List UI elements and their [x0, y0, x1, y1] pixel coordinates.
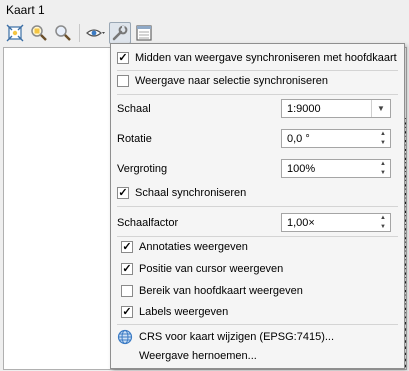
globe-icon [117, 329, 133, 345]
zoom-layer-icon [31, 25, 47, 41]
chevron-down-icon[interactable]: ▼ [371, 100, 390, 117]
zoom-to-layer-button[interactable] [28, 22, 50, 44]
spin-down-icon[interactable]: ▼ [376, 169, 390, 178]
magnification-label: Vergroting [117, 163, 168, 175]
show-annotations-checkbox[interactable]: ✓ [121, 241, 133, 253]
zoom-full-button[interactable] [4, 22, 26, 44]
show-cursor-option[interactable]: ✓ Positie van cursor weergeven [121, 263, 404, 275]
map-canvas-icon [136, 25, 152, 41]
scale-factor-spinbox[interactable]: 1,00× ▲ ▼ [281, 213, 391, 232]
scale-label: Schaal [117, 103, 151, 115]
magnification-value: 100% [287, 162, 316, 175]
view-settings-menu: ✓ Midden van weergave synchroniseren met… [110, 43, 405, 369]
sync-center-checkbox[interactable]: ✓ [117, 52, 129, 64]
show-main-extent-label: Bereik van hoofdkaart weergeven [139, 285, 303, 297]
change-crs-label: CRS voor kaart wijzigen (EPSG:7415)... [139, 331, 335, 343]
toolbar-separator [79, 24, 80, 42]
zoom-to-selection-button[interactable] [52, 22, 74, 44]
scale-factor-value: 1,00× [287, 216, 315, 229]
sync-scale-label: Schaal synchroniseren [135, 187, 247, 199]
scale-factor-label: Schaalfactor [117, 217, 179, 229]
show-labels-checkbox[interactable]: ✓ [121, 306, 133, 318]
sync-center-option[interactable]: ✓ Midden van weergave synchroniseren met… [117, 52, 404, 64]
zoom-full-icon [6, 24, 24, 42]
show-annotations-option[interactable]: ✓ Annotaties weergeven [121, 241, 404, 253]
show-labels-label: Labels weergeven [139, 306, 229, 318]
sync-scale-checkbox[interactable]: ✓ [117, 187, 129, 199]
menu-separator [117, 236, 398, 237]
rotation-value: 0,0 ° [287, 132, 310, 145]
show-main-extent-option[interactable]: Bereik van hoofdkaart weergeven [121, 285, 404, 297]
rename-view-label: Weergave hernoemen... [139, 350, 257, 362]
zoom-selection-icon [55, 25, 71, 41]
window-title: Kaart 1 [6, 3, 45, 17]
spin-down-icon[interactable]: ▼ [376, 223, 390, 232]
sync-selection-option[interactable]: Weergave naar selectie synchroniseren [117, 75, 404, 87]
map-canvas-button[interactable] [133, 22, 155, 44]
menu-separator [117, 70, 398, 71]
show-labels-option[interactable]: ✓ Labels weergeven [121, 306, 404, 318]
rotation-label: Rotatie [117, 133, 152, 145]
rotation-spinbox[interactable]: 0,0 ° ▲ ▼ [281, 129, 391, 148]
menu-separator [117, 324, 398, 325]
view-eye-icon [86, 29, 105, 37]
spin-up-icon[interactable]: ▲ [376, 214, 390, 223]
menu-separator [117, 94, 398, 95]
sync-selection-label: Weergave naar selectie synchroniseren [135, 75, 329, 87]
show-cursor-label: Positie van cursor weergeven [139, 263, 284, 275]
settings-wrench-icon [112, 25, 128, 41]
spin-up-icon[interactable]: ▲ [376, 160, 390, 169]
spin-up-icon[interactable]: ▲ [376, 130, 390, 139]
spin-down-icon[interactable]: ▼ [376, 139, 390, 148]
scale-value: 1:9000 [287, 102, 321, 115]
view-theme-button[interactable] [85, 22, 107, 44]
view-settings-button[interactable] [109, 22, 131, 44]
show-annotations-label: Annotaties weergeven [139, 241, 248, 253]
rename-view-action[interactable]: Weergave hernoemen... [139, 350, 257, 362]
menu-separator [117, 206, 398, 207]
change-crs-action[interactable]: CRS voor kaart wijzigen (EPSG:7415)... [117, 329, 334, 345]
magnification-spinbox[interactable]: 100% ▲ ▼ [281, 159, 391, 178]
sync-scale-option[interactable]: ✓ Schaal synchroniseren [117, 187, 404, 199]
show-main-extent-checkbox[interactable] [121, 285, 133, 297]
show-cursor-checkbox[interactable]: ✓ [121, 263, 133, 275]
sync-center-label: Midden van weergave synchroniseren met h… [135, 52, 397, 64]
sync-selection-checkbox[interactable] [117, 75, 129, 87]
scale-combobox[interactable]: 1:9000 ▼ [281, 99, 391, 118]
